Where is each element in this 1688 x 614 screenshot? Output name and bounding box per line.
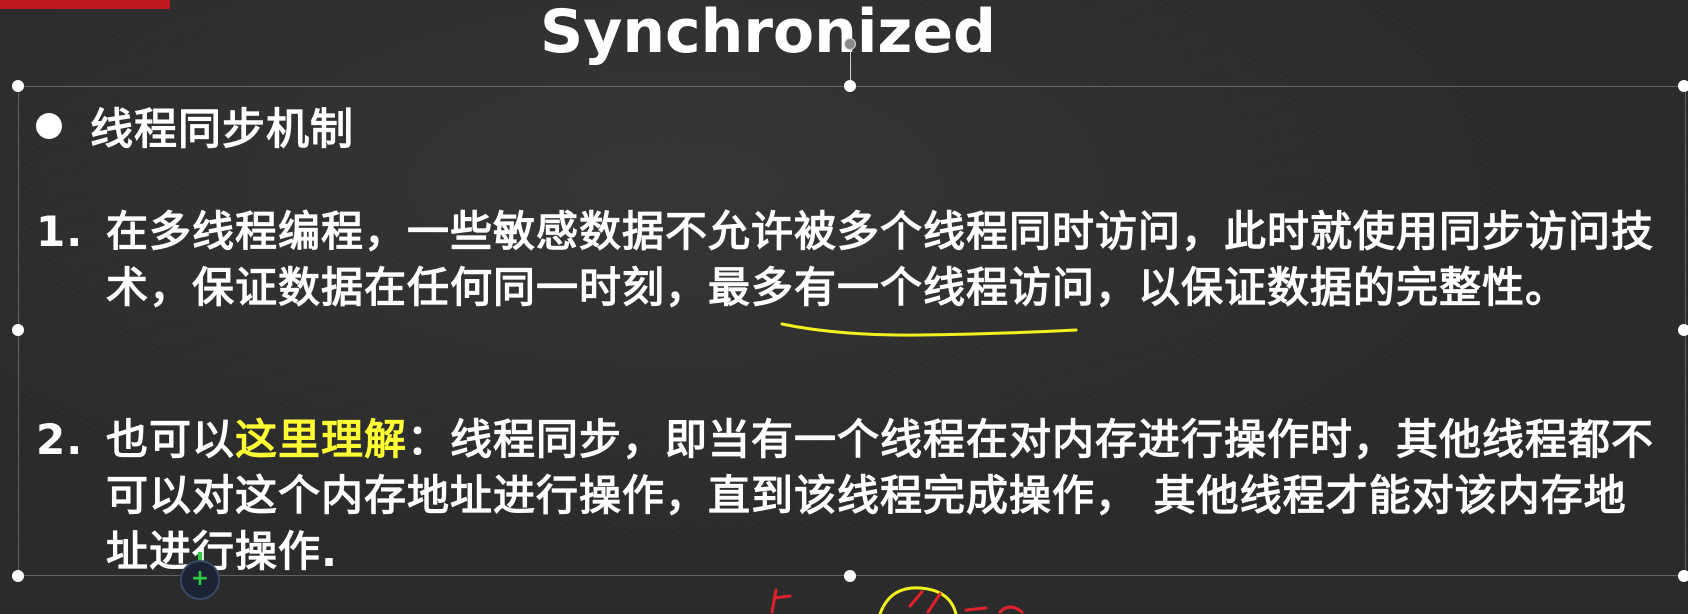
list-item-line: 术，保证数据在任何同一时刻，最多有一个线程访问，以保证数据的完整性。 <box>106 263 1569 312</box>
list-item-number: 2. <box>36 415 84 464</box>
resize-handle-top-center[interactable] <box>844 80 856 92</box>
slide-canvas[interactable]: Synchronized 线程同步机制 1. 在多线程编程，一些敏感数据不允许被… <box>0 0 1688 614</box>
annotation-underline <box>780 322 1078 337</box>
accent-tab <box>0 0 170 9</box>
resize-handle-top-right[interactable] <box>1678 80 1688 92</box>
line-suffix: ：线程同步，即当有一个线程在对内存进行操作时，其他线程都不 <box>407 415 1655 464</box>
list-item-line: 址进行操作. <box>106 527 338 576</box>
bullet-heading: 线程同步机制 <box>36 96 354 156</box>
list-item-line: 也可以这里理解：线程同步，即当有一个线程在对内存进行操作时，其他线程都不 <box>106 412 1654 468</box>
list-item-line: 可以对这个内存地址进行操作，直到该线程完成操作， 其他线程才能对该内存地 <box>106 471 1627 520</box>
list-item-1: 1. 在多线程编程，一些敏感数据不允许被多个线程同时访问，此时就使用同步访问技 … <box>36 204 1676 316</box>
add-cursor-icon: + <box>180 560 220 600</box>
bullet-dot-icon <box>36 113 62 139</box>
list-item-line: 在多线程编程，一些敏感数据不允许被多个线程同时访问，此时就使用同步访问技 <box>106 207 1655 256</box>
resize-handle-bottom-left[interactable] <box>12 570 24 582</box>
bullet-heading-text: 线程同步机制 <box>90 105 354 155</box>
resize-handle-middle-right[interactable] <box>1678 324 1688 336</box>
list-item-2: 2. 也可以这里理解：线程同步，即当有一个线程在对内存进行操作时，其他线程都不 … <box>36 412 1676 580</box>
annotation-scribble <box>770 586 1024 614</box>
rotate-handle-icon[interactable] <box>844 38 856 50</box>
slide-title[interactable]: Synchronized <box>540 0 996 70</box>
highlighted-text: 这里理解 <box>235 415 408 464</box>
resize-handle-middle-left[interactable] <box>12 324 24 336</box>
resize-handle-bottom-right[interactable] <box>1678 570 1688 582</box>
line-prefix: 也可以 <box>106 415 236 464</box>
list-item-number: 1. <box>36 207 84 256</box>
resize-handle-top-left[interactable] <box>12 80 24 92</box>
